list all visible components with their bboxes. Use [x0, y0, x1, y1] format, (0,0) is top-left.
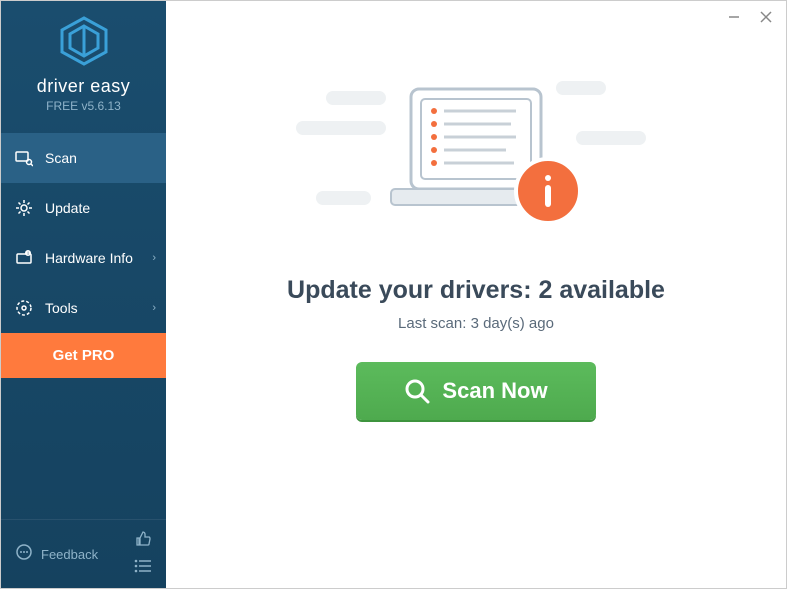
sidebar-item-label: Hardware Info: [45, 250, 133, 266]
sidebar-item-label: Tools: [45, 300, 78, 316]
headline: Update your drivers: 2 available: [287, 276, 665, 305]
chevron-right-icon: ›: [152, 252, 156, 264]
sidebar-item-hardware-info[interactable]: i Hardware Info ›: [1, 233, 166, 283]
titlebar: [714, 1, 786, 33]
logo-area: driver easy FREE v5.6.13: [1, 1, 166, 123]
list-icon[interactable]: [134, 559, 152, 578]
sidebar-bottom: Feedback: [1, 519, 166, 588]
get-pro-label: Get PRO: [53, 347, 115, 364]
hardware-icon: i: [15, 249, 33, 267]
minimize-button[interactable]: [720, 5, 748, 29]
content: Update your drivers: 2 available Last sc…: [166, 1, 786, 420]
illustration: [316, 71, 636, 251]
svg-text:i: i: [27, 251, 28, 257]
logo-icon: [1, 16, 166, 71]
version-label: FREE v5.6.13: [1, 99, 166, 113]
nav: Scan Update i Hardware Info › Tools › Ge…: [1, 133, 166, 378]
feedback-label[interactable]: Feedback: [41, 547, 98, 562]
main-area: Update your drivers: 2 available Last sc…: [166, 1, 786, 588]
chevron-right-icon: ›: [152, 302, 156, 314]
search-icon: [15, 149, 33, 167]
sidebar-item-tools[interactable]: Tools ›: [1, 283, 166, 333]
last-scan-label: Last scan: 3 day(s) ago: [398, 315, 554, 332]
sidebar: driver easy FREE v5.6.13 Scan Update i H…: [1, 1, 166, 588]
sidebar-item-update[interactable]: Update: [1, 183, 166, 233]
sidebar-item-label: Update: [45, 200, 90, 216]
magnifier-icon: [404, 378, 430, 404]
gear-icon: [15, 199, 33, 217]
get-pro-button[interactable]: Get PRO: [1, 333, 166, 378]
scan-now-label: Scan Now: [442, 378, 547, 404]
scan-now-button[interactable]: Scan Now: [356, 362, 595, 420]
thumbs-up-icon[interactable]: [134, 530, 152, 553]
brand-name: driver easy: [1, 76, 166, 97]
sidebar-item-scan[interactable]: Scan: [1, 133, 166, 183]
feedback-icon[interactable]: [15, 543, 33, 566]
tools-icon: [15, 299, 33, 317]
sidebar-item-label: Scan: [45, 150, 77, 166]
close-button[interactable]: [752, 5, 780, 29]
